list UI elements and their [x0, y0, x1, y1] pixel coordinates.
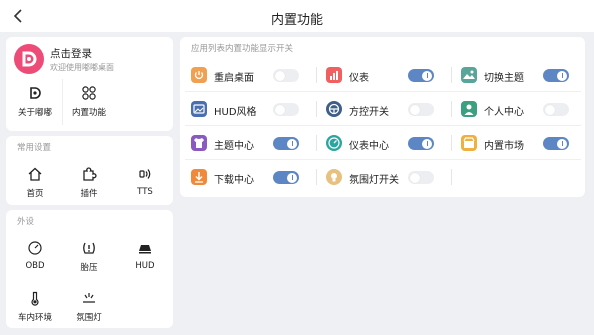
about-dudu-button[interactable]: 关于嘟嘟: [9, 85, 61, 118]
builtin-toggle-panel: 应用列表内置功能显示开关 重启桌面 仪表 切换主题 HUD风格 方控开关 个人中…: [180, 37, 585, 197]
builtin-market-toggle[interactable]: [543, 137, 569, 150]
builtin-features-label: 内置功能: [71, 108, 106, 118]
section-title: 常用设置: [17, 143, 52, 153]
app-toggle-row: 方控开关: [326, 101, 446, 119]
bulb-icon: [326, 169, 342, 185]
ambient-light-toggle[interactable]: [408, 171, 434, 184]
login-link[interactable]: 点击登录: [50, 46, 92, 61]
ambient-light-button[interactable]: 氛围灯: [63, 290, 115, 323]
app-toggle-row: 主题中心: [191, 135, 311, 153]
app-label: 下载中心: [214, 175, 254, 186]
divider: [451, 67, 452, 83]
steering-control-toggle[interactable]: [408, 103, 434, 116]
app-label: 个人中心: [484, 107, 524, 118]
app-label: 切换主题: [484, 73, 524, 84]
theme-icon: [461, 67, 477, 83]
market-icon: [461, 135, 477, 151]
divider: [316, 135, 317, 151]
puzzle-icon: [83, 167, 97, 181]
divider: [451, 135, 452, 151]
section-title: 外设: [17, 217, 35, 227]
app-label: 主题中心: [214, 141, 254, 152]
divider: [185, 159, 581, 160]
app-label: 内置市场: [484, 141, 524, 152]
dashboard-toggle[interactable]: [408, 69, 434, 82]
cabin-environment-button[interactable]: 车内环境: [9, 290, 61, 323]
shirt-icon: [191, 135, 207, 151]
tire-pressure-label: 胎压: [80, 263, 98, 273]
gauge-icon: [28, 241, 42, 255]
divider: [451, 101, 452, 117]
tire-pressure-icon: [83, 242, 95, 254]
power-icon: [191, 67, 207, 83]
divider: [185, 91, 581, 92]
tire-pressure-button[interactable]: 胎压: [63, 240, 115, 273]
welcome-text: 欢迎使用嘟嘟桌面: [50, 63, 114, 72]
avatar[interactable]: [14, 44, 44, 74]
grid-flower-icon: [82, 86, 96, 100]
common-settings-card: 常用设置 首页 插件 TTS: [6, 136, 173, 205]
home-button[interactable]: 首页: [9, 166, 61, 199]
obd-button[interactable]: OBD: [9, 240, 61, 271]
hud-style-icon: [191, 101, 207, 117]
app-label: 方控开关: [349, 107, 389, 118]
dashboard-icon: [326, 67, 342, 83]
divider: [316, 67, 317, 83]
cabin-environment-label: 车内环境: [17, 313, 52, 323]
steering-wheel-icon: [326, 101, 342, 117]
app-label: 氛围灯开关: [349, 175, 399, 186]
panel-title: 应用列表内置功能显示开关: [191, 44, 294, 54]
hud-style-toggle[interactable]: [273, 103, 299, 116]
app-toggle-row: HUD风格: [191, 101, 311, 119]
profile-card: 点击登录 欢迎使用嘟嘟桌面 关于嘟嘟 内置功能: [6, 37, 173, 131]
app-toggle-row: 个人中心: [461, 101, 581, 119]
hud-button[interactable]: HUD: [119, 240, 171, 271]
divider: [451, 169, 452, 185]
page-title: 内置功能: [270, 13, 323, 28]
divider: [316, 169, 317, 185]
peripherals-card: 外设 OBD 胎压 HUD 车内环境 氛围灯: [6, 210, 173, 328]
top-bar: 内置功能: [0, 0, 594, 32]
app-toggle-row: 仪表中心: [326, 135, 446, 153]
thermometer-icon: [31, 291, 39, 306]
app-label: HUD风格: [214, 107, 257, 118]
builtin-features-button[interactable]: 内置功能: [63, 85, 115, 118]
app-toggle-row: 内置市场: [461, 135, 581, 153]
app-label: 仪表: [349, 73, 369, 84]
restart-desktop-toggle[interactable]: [273, 69, 299, 82]
switch-theme-toggle[interactable]: [543, 69, 569, 82]
divider: [185, 125, 581, 126]
voice-icon: [139, 169, 151, 179]
ambient-light-label: 氛围灯: [76, 313, 102, 323]
about-dudu-label: 关于嘟嘟: [17, 108, 52, 118]
speedometer-icon: [326, 135, 342, 151]
app-toggle-row: 氛围灯开关: [326, 169, 451, 187]
app-toggle-row: 重启桌面: [191, 67, 311, 85]
app-label: 仪表中心: [349, 141, 389, 152]
divider: [316, 101, 317, 117]
theme-center-toggle[interactable]: [273, 137, 299, 150]
person-icon: [461, 101, 477, 117]
hud-icon: [139, 245, 151, 254]
plugin-label: 插件: [80, 189, 98, 199]
app-toggle-row: 切换主题: [461, 67, 581, 85]
app-toggle-row: 下载中心: [191, 169, 311, 187]
dudu-logo-icon: [30, 87, 41, 99]
obd-label: OBD: [25, 261, 45, 271]
download-icon: [191, 169, 207, 185]
app-label: 重启桌面: [214, 73, 254, 84]
tts-button[interactable]: TTS: [119, 166, 171, 197]
ambient-light-icon: [83, 293, 95, 303]
tts-label: TTS: [137, 187, 153, 197]
home-label: 首页: [26, 189, 44, 199]
personal-center-toggle[interactable]: [543, 103, 569, 116]
dashboard-center-toggle[interactable]: [408, 137, 434, 150]
hud-label: HUD: [135, 261, 155, 271]
dudu-avatar-icon: [22, 51, 37, 67]
app-toggle-row: 仪表: [326, 67, 446, 85]
download-center-toggle[interactable]: [273, 171, 299, 184]
plugin-button[interactable]: 插件: [63, 166, 115, 199]
home-icon: [28, 167, 42, 181]
